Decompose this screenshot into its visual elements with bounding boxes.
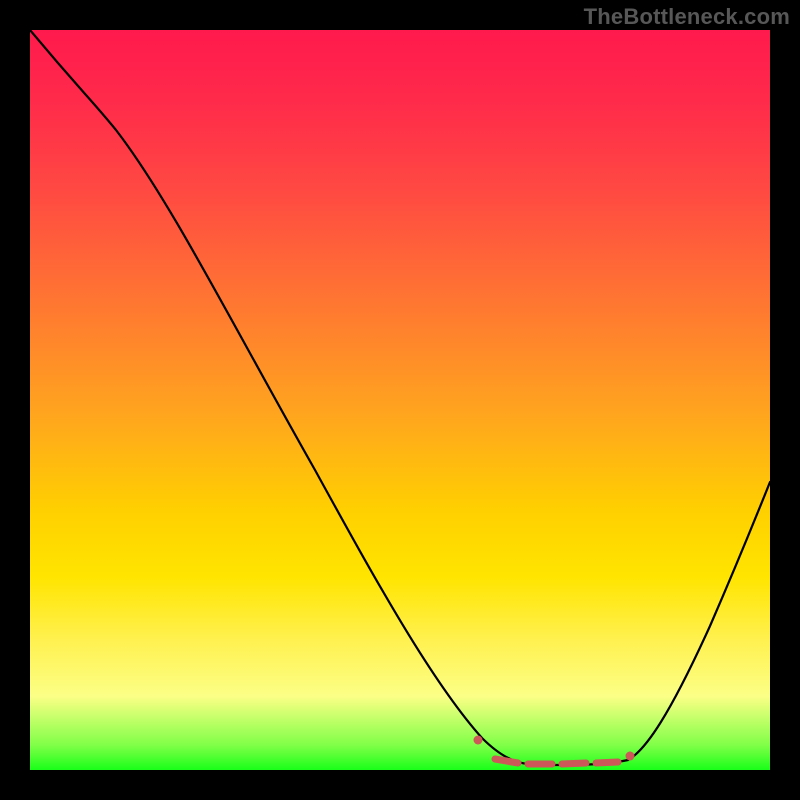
watermark-text: TheBottleneck.com xyxy=(584,4,790,30)
plot-area xyxy=(30,30,770,770)
bottleneck-curve xyxy=(30,30,770,770)
curve-path xyxy=(30,30,770,765)
marker-seg-3 xyxy=(562,763,586,764)
marker-dot-left xyxy=(474,736,483,745)
marker-seg-1 xyxy=(495,759,518,763)
marker-dot-right xyxy=(626,752,635,761)
marker-seg-4 xyxy=(596,762,618,763)
